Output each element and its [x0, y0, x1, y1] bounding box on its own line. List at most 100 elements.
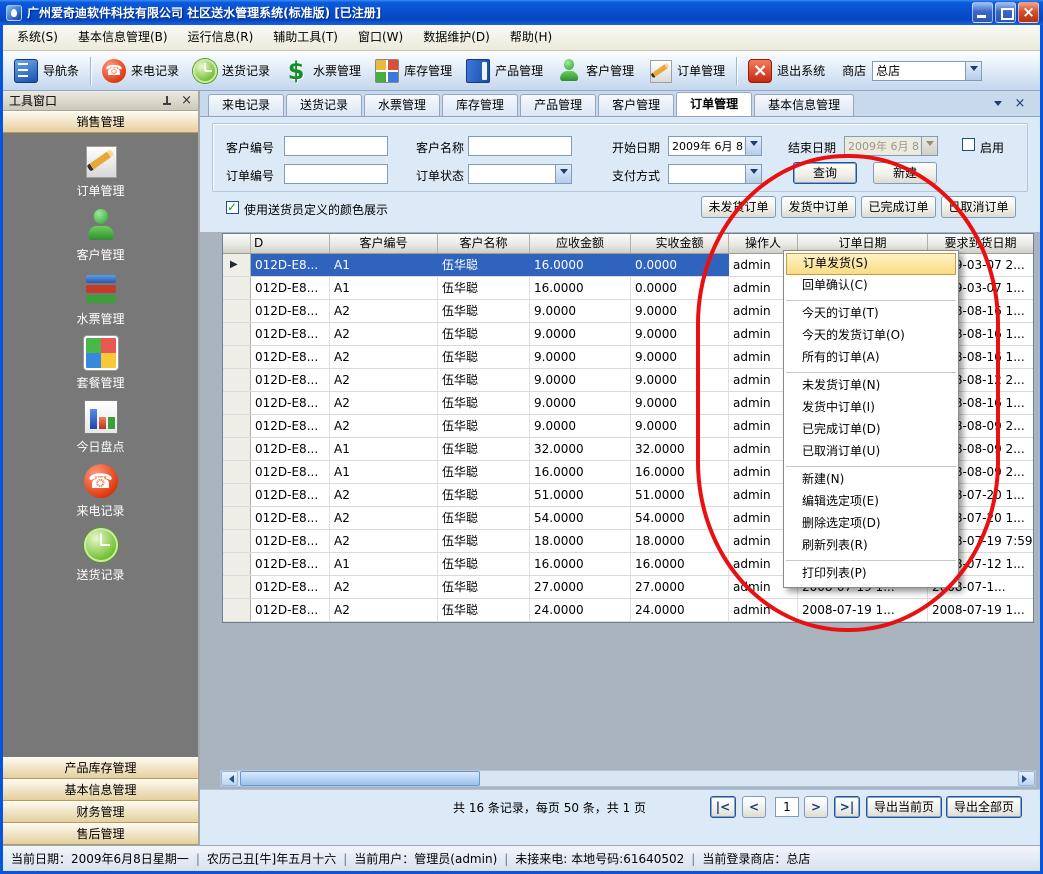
context-menu-item[interactable]: 刷新列表(R) — [786, 535, 956, 557]
context-menu-item[interactable]: 未发货订单(N) — [786, 372, 956, 397]
sidebar-group-bar[interactable]: 基本信息管理 — [3, 779, 198, 801]
toolbar-product-button[interactable]: 产品管理 — [459, 56, 550, 86]
toolbar-exit-button[interactable]: 退出系统 — [741, 56, 832, 86]
minimize-button[interactable] — [972, 2, 993, 23]
context-menu-item[interactable]: 回单确认(C) — [786, 275, 956, 297]
sidebar-item-water-ticket[interactable]: 水票管理 — [3, 269, 198, 333]
menu-item[interactable]: 运行信息(R) — [178, 25, 264, 50]
previous-page-button[interactable]: < — [742, 796, 766, 818]
tab[interactable]: 送货记录 — [286, 94, 362, 116]
tab[interactable]: 订单管理 — [676, 92, 752, 116]
row-selector[interactable] — [223, 553, 251, 575]
chevron-down-icon[interactable] — [745, 165, 761, 183]
page-number-input[interactable] — [775, 797, 799, 817]
sidebar-group-bar[interactable]: 产品库存管理 — [3, 757, 198, 779]
header-customer-name[interactable]: 客户名称 — [438, 234, 530, 253]
row-selector[interactable] — [223, 369, 251, 391]
context-menu-item[interactable]: 今天的订单(T) — [786, 300, 956, 325]
sidebar-item-order[interactable]: 订单管理 — [3, 141, 198, 205]
toolbar-inventory-button[interactable]: 库存管理 — [368, 56, 459, 86]
row-selector[interactable] — [223, 346, 251, 368]
order-status-filter-button[interactable]: 已完成订单 — [861, 196, 936, 218]
context-menu-item[interactable]: 今天的发货订单(O) — [786, 325, 956, 347]
tab[interactable]: 客户管理 — [598, 94, 674, 116]
chevron-down-icon[interactable] — [555, 165, 571, 183]
row-selector[interactable] — [223, 576, 251, 598]
toolbar-navigator-button[interactable]: 导航条 — [7, 56, 86, 86]
row-selector[interactable] — [223, 300, 251, 322]
delivery-color-checkbox[interactable] — [226, 201, 239, 214]
sidebar-item-call-log[interactable]: 来电记录 — [3, 461, 198, 525]
chevron-down-icon[interactable] — [965, 62, 981, 80]
menu-item[interactable]: 帮助(H) — [500, 25, 562, 50]
tab-close-icon[interactable]: × — [1012, 97, 1028, 112]
tab-list-dropdown-icon[interactable] — [990, 97, 1006, 112]
query-button[interactable]: 查询 — [793, 162, 857, 184]
customer-name-input[interactable] — [468, 136, 572, 156]
row-selector[interactable] — [223, 277, 251, 299]
tab[interactable]: 库存管理 — [442, 94, 518, 116]
pay-method-select[interactable] — [668, 164, 762, 184]
toolbar-water-ticket-button[interactable]: 水票管理 — [277, 56, 368, 86]
order-status-select[interactable] — [468, 164, 572, 184]
row-selector[interactable] — [223, 507, 251, 529]
row-selector[interactable] — [223, 484, 251, 506]
sidebar-item-daily-stock[interactable]: 今日盘点 — [3, 397, 198, 461]
row-selector[interactable] — [223, 254, 251, 276]
customer-no-input[interactable] — [284, 136, 388, 156]
context-menu-item[interactable]: 所有的订单(A) — [786, 347, 956, 369]
close-button[interactable] — [1018, 2, 1039, 23]
next-page-button[interactable]: > — [804, 796, 828, 818]
context-menu-item[interactable]: 发货中订单(I) — [786, 397, 956, 419]
context-menu-item[interactable]: 新建(N) — [786, 466, 956, 491]
header-customer-no[interactable]: 客户编号 — [330, 234, 438, 253]
order-no-input[interactable] — [284, 164, 388, 184]
row-selector[interactable] — [223, 438, 251, 460]
row-selector[interactable] — [223, 530, 251, 552]
order-status-filter-button[interactable]: 已取消订单 — [941, 196, 1016, 218]
context-menu-item[interactable]: 打印列表(P) — [786, 560, 956, 585]
enable-end-date-checkbox[interactable] — [962, 138, 975, 151]
toolbar-delivery-log-button[interactable]: 送货记录 — [186, 56, 277, 86]
sidebar-item-delivery-log[interactable]: 送货记录 — [3, 525, 198, 589]
row-selector[interactable] — [223, 599, 251, 621]
menu-item[interactable]: 系统(S) — [7, 25, 68, 50]
sidebar-item-customer[interactable]: 客户管理 — [3, 205, 198, 269]
scroll-right-icon[interactable] — [1018, 771, 1035, 786]
start-date-picker[interactable]: 2009年 6月 8日 — [668, 136, 762, 156]
context-menu-item[interactable]: 已取消订单(U) — [786, 441, 956, 463]
new-button[interactable]: 新建 — [873, 162, 937, 184]
tab[interactable]: 基本信息管理 — [754, 94, 854, 116]
sidebar-group-sales[interactable]: 销售管理 — [3, 111, 198, 133]
pin-icon[interactable] — [161, 95, 173, 107]
row-selector[interactable] — [223, 461, 251, 483]
chevron-down-icon[interactable] — [745, 137, 761, 155]
scrollbar-thumb[interactable] — [240, 771, 480, 786]
toolbar-call-log-button[interactable]: 来电记录 — [95, 56, 186, 86]
sidebar-group-bar[interactable]: 财务管理 — [3, 801, 198, 823]
last-page-button[interactable]: >| — [834, 796, 860, 818]
header-id[interactable]: D — [251, 234, 330, 253]
row-selector[interactable] — [223, 392, 251, 414]
context-menu-item[interactable]: 订单发货(S) — [786, 253, 956, 275]
menu-item[interactable]: 数据维护(D) — [413, 25, 500, 50]
context-menu-item[interactable]: 编辑选定项(E) — [786, 491, 956, 513]
order-status-filter-button[interactable]: 发货中订单 — [781, 196, 856, 218]
sidebar-group-bar[interactable]: 售后管理 — [3, 823, 198, 845]
header-receivable[interactable]: 应收金额 — [530, 234, 631, 253]
row-selector[interactable] — [223, 415, 251, 437]
export-current-page-button[interactable]: 导出当前页 — [866, 796, 942, 818]
store-select[interactable]: 总店 — [872, 61, 982, 81]
context-menu-item[interactable]: 删除选定项(D) — [786, 513, 956, 535]
menu-item[interactable]: 辅助工具(T) — [263, 25, 348, 50]
restore-button[interactable] — [995, 2, 1016, 23]
menu-item[interactable]: 窗口(W) — [348, 25, 413, 50]
tab[interactable]: 产品管理 — [520, 94, 596, 116]
context-menu-item[interactable]: 已完成订单(D) — [786, 419, 956, 441]
first-page-button[interactable]: |< — [710, 796, 736, 818]
scroll-left-icon[interactable] — [221, 771, 238, 786]
row-selector[interactable] — [223, 323, 251, 345]
tab[interactable]: 来电记录 — [208, 94, 284, 116]
tool-window-close-icon[interactable]: × — [181, 95, 192, 107]
horizontal-scrollbar[interactable] — [220, 770, 1036, 787]
